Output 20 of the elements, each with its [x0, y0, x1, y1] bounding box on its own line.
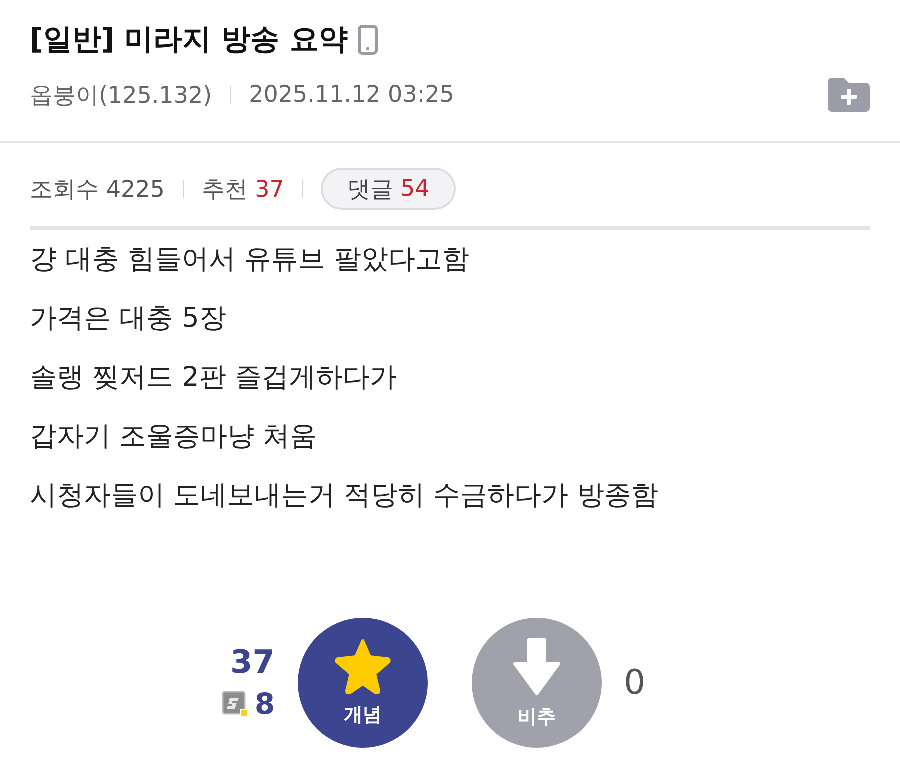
mobile-phone-icon: [358, 25, 378, 55]
view-count: 조회수 4225: [30, 176, 165, 204]
recommend-count: 추천 37: [202, 176, 284, 204]
body-text-line: 갑자기 조울증마냥 쳐움: [30, 420, 318, 454]
body-text-line: 가격은 대충 5장: [30, 302, 226, 336]
tile-icon: [222, 690, 249, 718]
body-text-line: 걍 대충 힘들어서 유튜브 팔았다고함: [30, 243, 470, 277]
post-date: 2025.11.12 03:25: [249, 82, 454, 108]
upvote-button[interactable]: 개념: [298, 618, 428, 748]
star-icon: [334, 638, 392, 694]
author-name[interactable]: 옵붕이(125.132): [30, 80, 212, 110]
down-arrow-icon: [512, 638, 562, 696]
body-text-line: 시청자들이 도네보내는거 적당히 수금하다가 방종함: [30, 479, 658, 513]
downvote-count: 0: [624, 663, 646, 703]
post-title: [일반] 미라지 방송 요약: [30, 21, 348, 58]
folder-add-icon[interactable]: [828, 78, 870, 112]
body-text-line: 솔랭 찢저드 2판 즐겁게하다가: [30, 361, 397, 395]
fixed-user-upvote-count: 8: [254, 686, 275, 723]
upvote-count: 37: [230, 643, 275, 681]
comment-count-button[interactable]: 댓글 54: [321, 168, 456, 210]
